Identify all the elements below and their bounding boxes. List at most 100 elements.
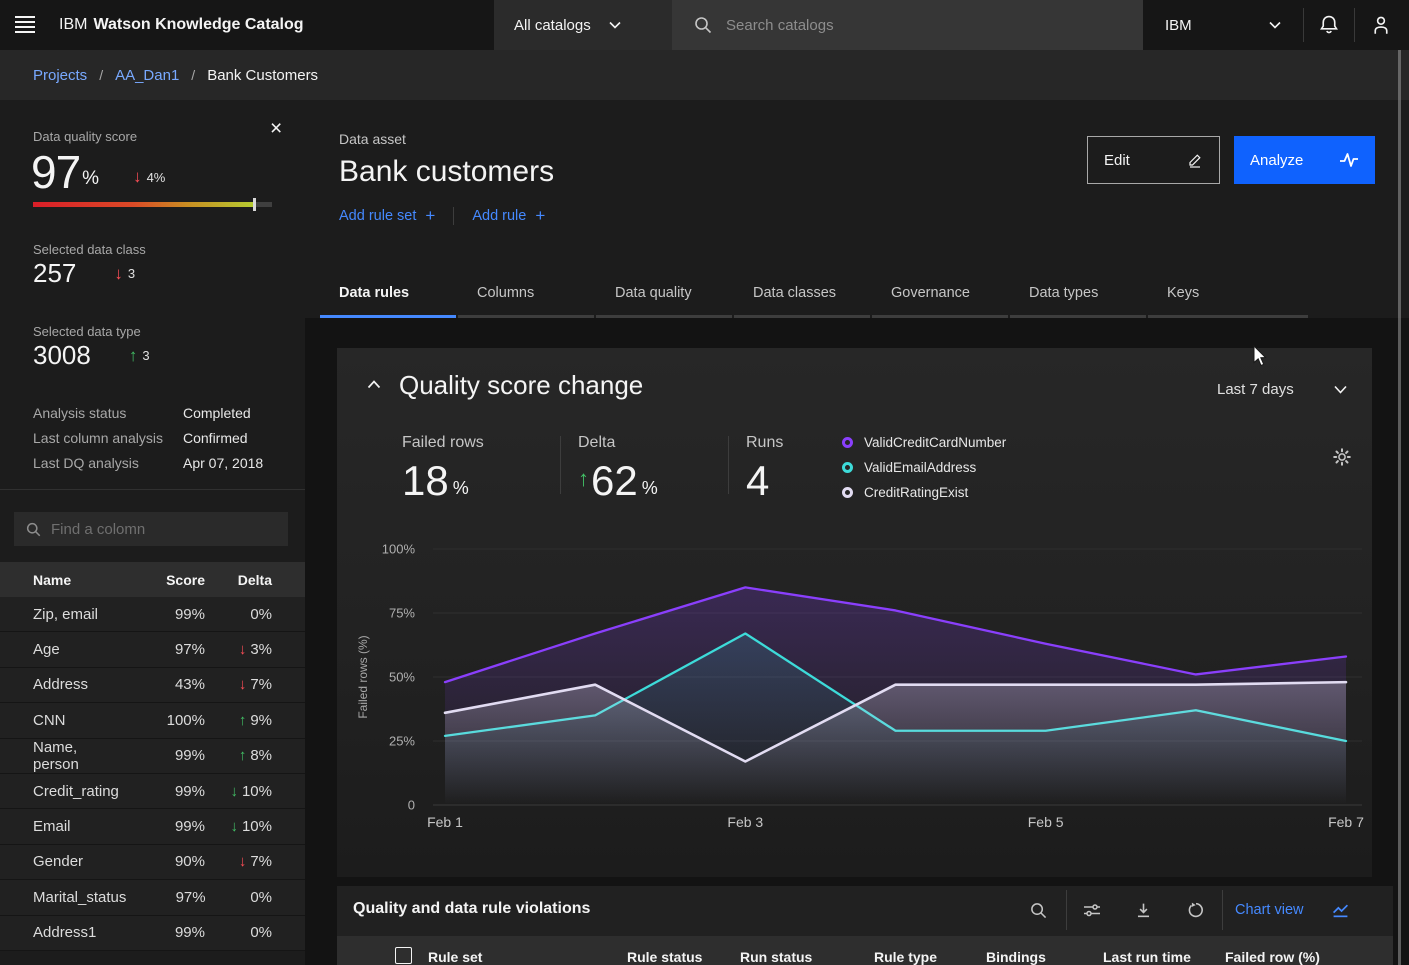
up-arrow-icon: ↑ [578, 466, 589, 492]
cell-delta: ↓7% [205, 853, 272, 870]
tab-columns[interactable]: Columns [458, 270, 594, 318]
column-score-table: Name Score Delta Zip, email99%0%Age97%↓3… [0, 562, 305, 951]
brand-prefix: IBM [59, 16, 87, 34]
gear-icon[interactable] [1333, 448, 1351, 466]
main-content: Data asset Bank customers Add rule set+A… [305, 100, 1409, 965]
violations-card: Quality and data rule violations Chart v… [337, 886, 1393, 965]
tab-keys[interactable]: Keys [1148, 270, 1308, 318]
y-tick-label: 50% [389, 670, 415, 685]
find-column-input[interactable] [51, 521, 271, 538]
table-row[interactable]: Name, person99%↑8% [0, 739, 305, 774]
activity-pulse-icon [1339, 152, 1359, 168]
legend-item-ValidCreditCardNumber: ValidCreditCardNumber [842, 430, 1006, 455]
watson-knowledge-catalog-screen: IBM Watson Knowledge Catalog All catalog… [0, 0, 1409, 965]
meta-label: Last DQ analysis [33, 455, 183, 471]
filter-settings-button[interactable] [1075, 894, 1109, 926]
table-row[interactable]: Credit_rating99%↓10% [0, 774, 305, 809]
hamburger-menu-icon[interactable] [15, 16, 37, 34]
close-icon[interactable]: × [270, 118, 282, 139]
cell-score: 43% [125, 676, 205, 693]
catalog-selector-dropdown[interactable]: All catalogs [494, 0, 672, 50]
table-row[interactable]: Age97%↓3% [0, 632, 305, 667]
tab-data-classes[interactable]: Data classes [734, 270, 870, 318]
toolbar-divider [1066, 890, 1067, 930]
add-link-0[interactable]: Add rule set+ [339, 206, 435, 226]
cell-name: Email [0, 818, 125, 835]
cell-score: 99% [125, 747, 205, 764]
analysis-meta-list: Analysis statusCompletedLast column anal… [33, 400, 283, 475]
cell-score: 100% [125, 712, 205, 729]
select-all-checkbox[interactable] [395, 947, 412, 964]
down-arrow-icon: ↓ [133, 167, 142, 187]
y-tick-label: 75% [389, 606, 415, 621]
edit-button[interactable]: Edit [1087, 136, 1220, 184]
time-range-dropdown[interactable]: Last 7 days [1217, 381, 1347, 398]
delta-value: 8% [250, 747, 272, 764]
table-row[interactable]: Address199%0% [0, 916, 305, 951]
y-tick-label: 0 [408, 798, 415, 813]
tab-data-types[interactable]: Data types [1010, 270, 1146, 318]
stat-delta: Delta ↑62% [578, 434, 658, 502]
tab-data-quality[interactable]: Data quality [596, 270, 732, 318]
page-scrollbar[interactable] [1398, 50, 1401, 965]
cell-name: Credit_rating [0, 783, 125, 800]
person-icon [1371, 15, 1391, 35]
refresh-button[interactable] [1178, 894, 1212, 926]
search-icon [26, 522, 41, 537]
breadcrumb-item-0[interactable]: Projects [33, 67, 87, 84]
quality-score-chart: 025%50%75%100%Feb 1Feb 3Feb 5Feb 7Failed… [337, 530, 1372, 860]
legend-item-CreditRatingExist: CreditRatingExist [842, 480, 1006, 505]
violations-col-2: Run status [740, 949, 812, 965]
table-row[interactable]: Gender90%↓7% [0, 845, 305, 880]
cell-delta: ↑9% [205, 712, 272, 729]
table-row[interactable]: Address43%↓7% [0, 668, 305, 703]
y-tick-label: 100% [382, 542, 416, 557]
cell-name: Age [0, 641, 125, 658]
notifications-button[interactable] [1303, 0, 1355, 50]
asset-header: Data asset Bank customers Add rule set+A… [305, 100, 1409, 318]
cell-delta: ↓3% [205, 641, 272, 658]
violations-title: Quality and data rule violations [353, 900, 590, 918]
cell-score: 99% [125, 818, 205, 835]
add-link-1[interactable]: Add rule+ [472, 206, 545, 226]
up-arrow-icon: ↑ [239, 747, 247, 764]
chevron-down-icon [609, 21, 621, 29]
cell-delta: ↓10% [205, 783, 272, 800]
violations-col-3: Rule type [874, 949, 937, 965]
profile-button[interactable] [1355, 0, 1407, 50]
data-class-label: Selected data class [33, 242, 146, 257]
table-row[interactable]: Marital_status97%0% [0, 880, 305, 915]
breadcrumb-item-1[interactable]: AA_Dan1 [115, 67, 179, 84]
download-icon [1135, 902, 1152, 919]
cell-name: Gender [0, 853, 125, 870]
bell-icon [1319, 15, 1339, 35]
table-search-button[interactable] [1021, 894, 1055, 926]
cell-delta: ↓7% [205, 676, 272, 693]
cell-name: Zip, email [0, 606, 125, 623]
x-tick-label: Feb 1 [427, 814, 463, 830]
analyze-button[interactable]: Analyze [1234, 136, 1375, 184]
account-selector-dropdown[interactable]: IBM [1143, 0, 1303, 50]
table-row[interactable]: Zip, email99%0% [0, 597, 305, 632]
down-arrow-icon: ↓ [239, 641, 247, 658]
violations-col-4: Bindings [986, 949, 1046, 965]
tab-data-rules[interactable]: Data rules [320, 270, 456, 318]
cell-score: 97% [126, 889, 205, 906]
catalog-selector-label: All catalogs [514, 17, 591, 34]
violations-col-5: Last run time [1103, 949, 1191, 965]
pencil-icon [1187, 152, 1203, 168]
quality-score-delta: ↓ 4% [133, 167, 165, 187]
asset-type-label: Data asset [339, 131, 406, 147]
tab-governance[interactable]: Governance [872, 270, 1008, 318]
meta-row-0: Analysis statusCompleted [33, 400, 283, 425]
collapse-chevron-icon[interactable] [367, 380, 381, 389]
settings-adjust-icon [1083, 902, 1101, 918]
table-row[interactable]: CNN100%↑9% [0, 703, 305, 738]
delta-value: 7% [250, 676, 272, 693]
download-button[interactable] [1126, 894, 1160, 926]
chart-view-toggle[interactable]: Chart view [1235, 894, 1349, 926]
search-catalogs-input[interactable] [726, 17, 1106, 34]
legend-ring-icon [842, 487, 853, 498]
chart-view-icon [1332, 902, 1349, 919]
table-row[interactable]: Email99%↓10% [0, 809, 305, 844]
